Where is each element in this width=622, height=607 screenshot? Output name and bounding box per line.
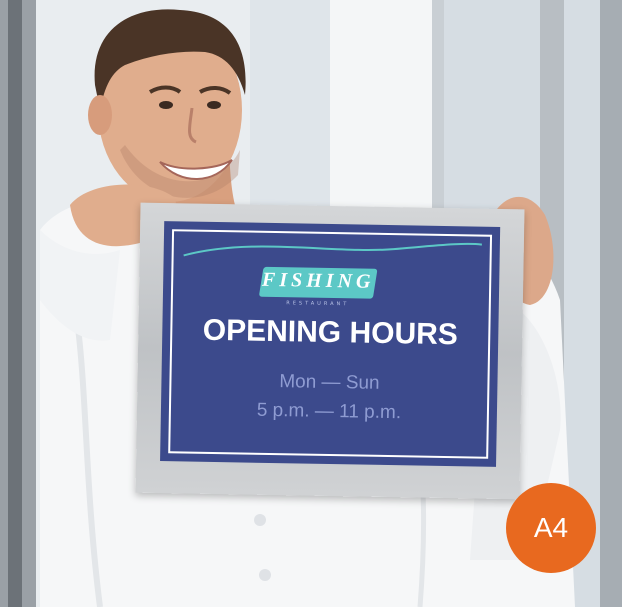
opening-hours-sign: FISHING RESTAURANT OPENING HOURS Mon — S… <box>160 221 501 467</box>
restaurant-logo: FISHING RESTAURANT <box>243 258 394 311</box>
logo-text: FISHING <box>261 268 375 293</box>
photo-scene: FISHING RESTAURANT OPENING HOURS Mon — S… <box>0 0 622 607</box>
logo-subtitle: RESTAURANT <box>286 300 350 308</box>
sign-frame: FISHING RESTAURANT OPENING HOURS Mon — S… <box>135 202 525 500</box>
size-badge-label: A4 <box>533 512 569 543</box>
size-badge: A4 <box>506 483 596 573</box>
wave-swoosh-icon <box>183 242 483 257</box>
sign-title: OPENING HOURS <box>202 313 459 352</box>
